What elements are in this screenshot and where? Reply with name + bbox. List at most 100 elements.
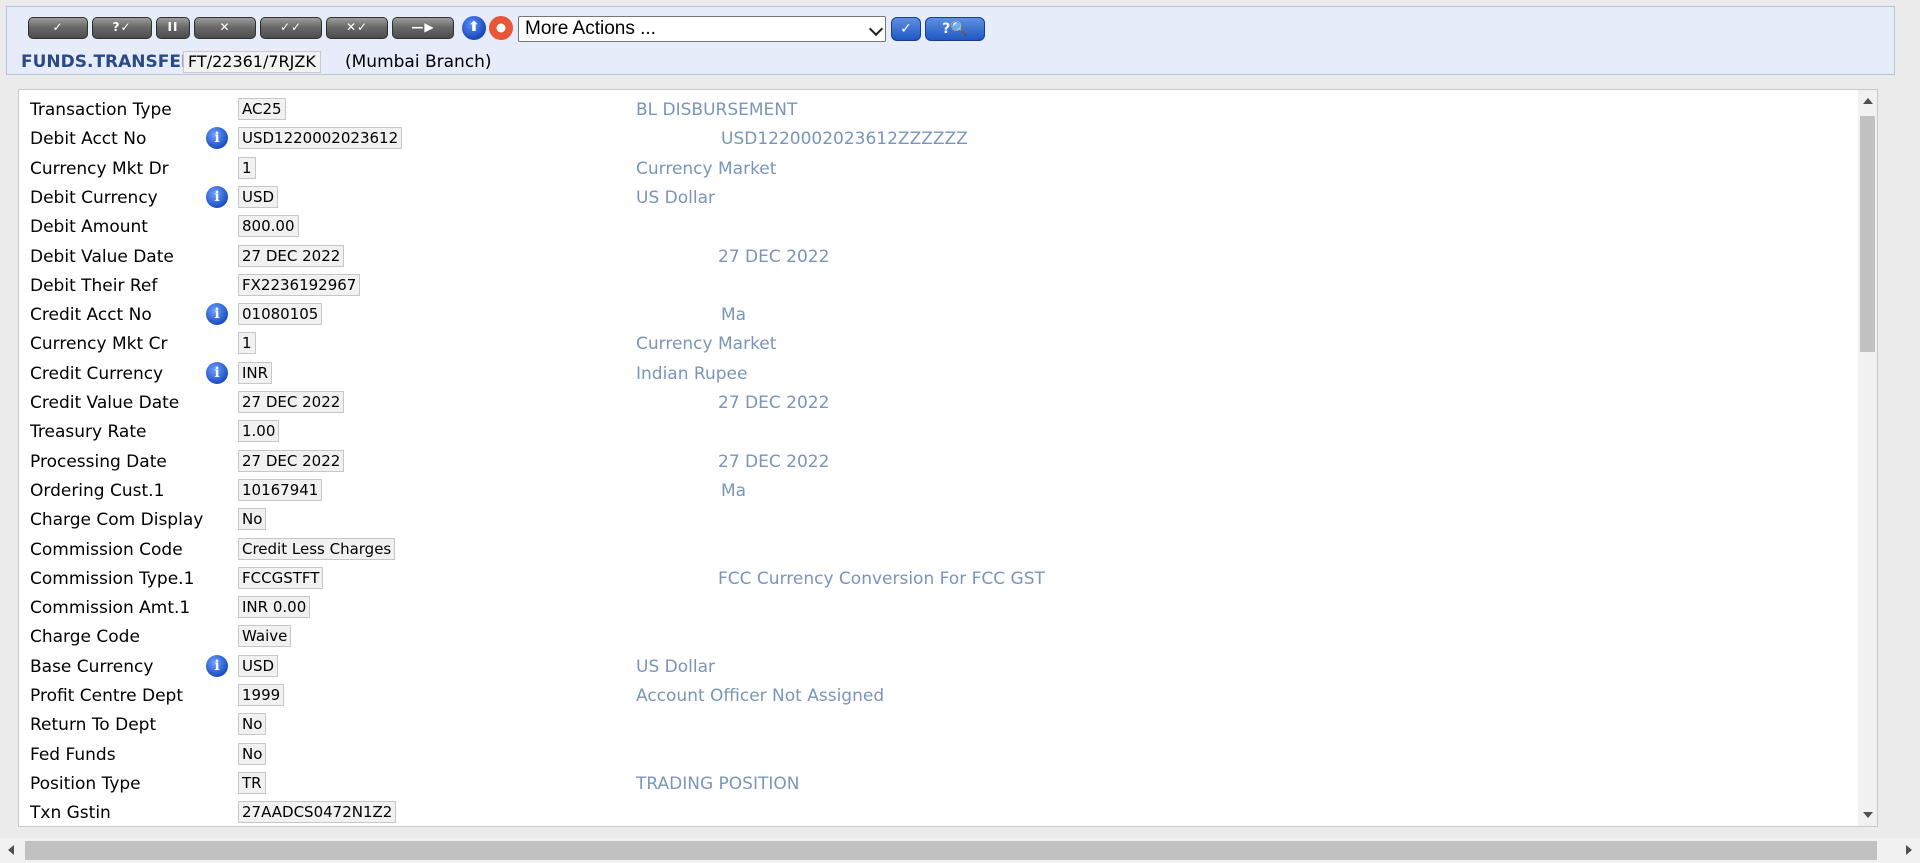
field-value: 1 bbox=[238, 156, 256, 179]
horizontal-scrollbar[interactable] bbox=[0, 838, 1920, 863]
scroll-left-icon[interactable] bbox=[8, 845, 14, 855]
field-value: 27AADCS0472N1Z2 bbox=[238, 801, 397, 824]
horizontal-scrollbar-thumb[interactable] bbox=[25, 841, 1877, 860]
field-value: No bbox=[238, 508, 267, 531]
field-description: Currency Market bbox=[636, 334, 777, 355]
delete-button[interactable]: ✕ bbox=[194, 17, 256, 39]
field-value: 10167941 bbox=[238, 478, 323, 501]
field-value: FCCGSTFT bbox=[238, 566, 324, 589]
vertical-scrollbar[interactable] bbox=[1858, 90, 1877, 826]
field-value: 27 DEC 2022 bbox=[238, 449, 345, 472]
field-row: Profit Centre Dept 1999 Account Officer No… bbox=[19, 682, 1849, 711]
field-label: Fed Funds bbox=[30, 744, 116, 765]
field-value: USD1220002023612 bbox=[238, 127, 403, 150]
branch-name: (Mumbai Branch) bbox=[345, 52, 492, 72]
field-description: 27 DEC 2022 bbox=[718, 451, 830, 472]
field-description: Indian Rupee bbox=[636, 363, 748, 384]
info-icon[interactable]: i bbox=[206, 303, 228, 326]
field-row: Base Currency i USD US Dollar bbox=[19, 653, 1849, 682]
field-label: Debit Amount bbox=[30, 217, 148, 238]
field-description: Account Officer Not Assigned bbox=[636, 686, 885, 706]
field-row: Fed Funds No bbox=[19, 741, 1849, 770]
scroll-right-icon[interactable] bbox=[1906, 845, 1912, 855]
transaction-details: Transaction Type AC25 BL DISBURSEMENT Debit… bbox=[18, 89, 1878, 827]
field-row: Debit Currency i USD US Dollar bbox=[19, 184, 1849, 213]
field-row: Commission Type.1 FCCGSTFT FCC Currency Co… bbox=[19, 565, 1849, 594]
field-label: Currency Mkt Cr bbox=[30, 334, 168, 355]
field-label: Profit Centre Dept bbox=[30, 686, 183, 706]
field-row: Debit Value Date 27 DEC 2022 27 DEC 2022 bbox=[19, 243, 1849, 272]
reverse-button[interactable]: ✕✓ bbox=[326, 17, 388, 39]
hold-button[interactable]: II bbox=[156, 17, 190, 39]
field-value: USD bbox=[238, 654, 279, 677]
field-label: Credit Acct No bbox=[30, 305, 152, 326]
field-row: Txn Gstin 27AADCS0472N1Z2 bbox=[19, 799, 1849, 826]
more-actions-select[interactable]: More Actions ... bbox=[518, 16, 886, 42]
upload-icon[interactable]: ⬆ bbox=[462, 16, 486, 40]
field-label: Position Type bbox=[30, 773, 141, 794]
field-label: Charge Com Display bbox=[30, 510, 204, 531]
field-description: Currency Market bbox=[636, 158, 777, 179]
field-row: Credit Value Date 27 DEC 2022 27 DEC 2022 bbox=[19, 389, 1849, 418]
chevron-down-icon bbox=[868, 21, 884, 37]
field-value: 1 bbox=[238, 332, 256, 355]
field-value: TR bbox=[238, 771, 266, 794]
scroll-up-icon[interactable] bbox=[1863, 98, 1873, 104]
field-value: 800.00 bbox=[238, 215, 299, 238]
field-row: Position Type TR TRADING POSITION bbox=[19, 770, 1849, 799]
field-value: USD bbox=[238, 185, 279, 208]
field-label: Debit Value Date bbox=[30, 246, 174, 267]
info-icon[interactable]: i bbox=[206, 127, 228, 150]
field-label: Treasury Rate bbox=[30, 422, 147, 443]
field-description: Ma bbox=[721, 305, 747, 326]
field-row: Charge Com Display No bbox=[19, 506, 1849, 535]
field-value: No bbox=[238, 742, 267, 765]
field-value: FX2236192967 bbox=[238, 273, 361, 296]
field-row: Charge Code Waive bbox=[19, 623, 1849, 652]
field-value: INR 0.00 bbox=[238, 596, 311, 619]
info-icon[interactable]: i bbox=[206, 654, 228, 677]
field-value: AC25 bbox=[238, 98, 286, 120]
field-label: Ordering Cust.1 bbox=[30, 480, 165, 501]
scroll-down-icon[interactable] bbox=[1863, 812, 1873, 818]
field-row: Treasury Rate 1.00 bbox=[19, 418, 1849, 447]
info-icon[interactable]: i bbox=[206, 185, 228, 208]
field-label: Commission Type.1 bbox=[30, 568, 195, 589]
field-row: Ordering Cust.1 10167941 Ma bbox=[19, 477, 1849, 506]
field-value: No bbox=[238, 713, 267, 736]
field-row: Debit Their Ref FX2236192967 bbox=[19, 272, 1849, 301]
field-row: Commission Amt.1 INR 0.00 bbox=[19, 594, 1849, 623]
field-description: USD1220002023612ZZZZZZ bbox=[721, 129, 968, 150]
field-row: Currency Mkt Cr 1 Currency Market bbox=[19, 330, 1849, 359]
field-label: Return To Dept bbox=[30, 715, 157, 736]
field-description: 27 DEC 2022 bbox=[718, 393, 830, 413]
field-label: Debit Acct No bbox=[30, 129, 147, 150]
field-value: 27 DEC 2022 bbox=[238, 391, 345, 413]
go-button[interactable]: ✓ bbox=[891, 17, 921, 41]
field-description: US Dollar bbox=[636, 656, 715, 677]
field-label: Txn Gstin bbox=[30, 803, 111, 824]
scrollbar-thumb[interactable] bbox=[1860, 116, 1875, 352]
lifebuoy-help-icon[interactable] bbox=[489, 16, 513, 40]
record-id: FT/22361/7RJZK bbox=[183, 51, 321, 73]
field-label: Processing Date bbox=[30, 451, 167, 472]
field-description: US Dollar bbox=[636, 187, 715, 208]
find-button[interactable]: ?🔍 bbox=[925, 17, 985, 41]
field-description: 27 DEC 2022 bbox=[718, 246, 830, 267]
field-description: Ma bbox=[721, 480, 747, 501]
authorise-button[interactable]: ✓✓ bbox=[260, 17, 322, 39]
next-button[interactable]: —▶ bbox=[392, 17, 454, 39]
field-row: Debit Amount 800.00 bbox=[19, 213, 1849, 242]
field-row: Processing Date 27 DEC 2022 27 DEC 2022 bbox=[19, 448, 1849, 477]
field-row: Currency Mkt Dr 1 Currency Market bbox=[19, 155, 1849, 184]
field-description: BL DISBURSEMENT bbox=[636, 100, 798, 120]
commit-button[interactable]: ✓ bbox=[28, 17, 88, 39]
field-value: Credit Less Charges bbox=[238, 537, 396, 560]
field-row: Debit Acct No i USD1220002023612 USD1220002… bbox=[19, 125, 1849, 154]
field-value: 1999 bbox=[238, 684, 285, 706]
field-label: Currency Mkt Dr bbox=[30, 158, 169, 179]
field-label: Debit Currency bbox=[30, 187, 158, 208]
validate-button[interactable]: ?✓ bbox=[92, 17, 152, 39]
field-label: Base Currency bbox=[30, 656, 154, 677]
info-icon[interactable]: i bbox=[206, 361, 228, 384]
